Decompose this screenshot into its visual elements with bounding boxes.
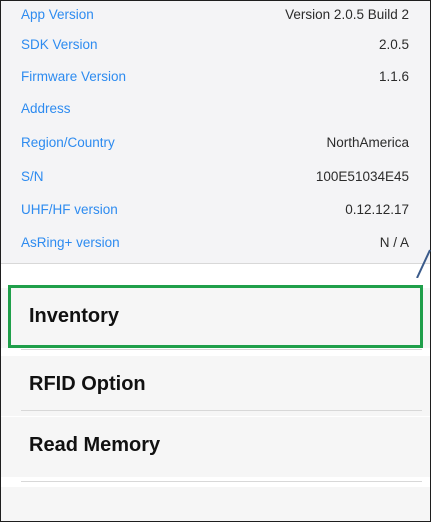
info-key: SDK Version: [21, 37, 98, 52]
info-row-app-version: App Version Version 2.0.5 Build 2: [1, 3, 430, 27]
info-value: 100E51034E45: [315, 169, 409, 184]
menu-divider: [21, 410, 422, 411]
info-key: UHF/HF version: [21, 202, 118, 217]
info-key: Address: [21, 101, 71, 116]
info-value: 2.0.5: [378, 37, 409, 52]
info-key: AsRing+ version: [21, 235, 120, 250]
info-row-uhf-hf-version: UHF/HF version 0.12.12.17: [1, 198, 430, 222]
info-key: App Version: [21, 7, 94, 22]
info-key: Region/Country: [21, 135, 115, 150]
menu-item-read-memory[interactable]: Read Memory: [1, 417, 430, 477]
info-key: S/N: [21, 169, 44, 184]
info-row-serial-number: S/N 100E51034E45: [1, 165, 430, 189]
menu-item-label: RFID Option: [29, 373, 146, 395]
info-value: N / A: [379, 235, 409, 250]
info-value: 0.12.12.17: [345, 202, 409, 217]
info-row-sdk-version: SDK Version 2.0.5: [1, 33, 430, 57]
info-value: 1.1.6: [378, 69, 409, 84]
menu-divider: [21, 481, 422, 482]
callout-pointer-icon: [416, 249, 431, 278]
info-row-address: Address: [1, 97, 430, 121]
menu-divider: [21, 349, 422, 350]
device-info-panel: App Version Version 2.0.5 Build 2 SDK Ve…: [1, 1, 430, 263]
info-row-asring-version: AsRing+ version N / A: [1, 231, 430, 255]
menu-item-label: Read Memory: [29, 434, 161, 456]
inventory-highlight-box: [8, 285, 423, 348]
info-row-region-country: Region/Country NorthAmerica: [1, 131, 430, 155]
menu-item-rfid-option[interactable]: RFID Option: [1, 356, 430, 416]
info-value: NorthAmerica: [326, 135, 409, 150]
section-divider: [1, 263, 430, 264]
info-value: Version 2.0.5 Build 2: [285, 7, 409, 22]
settings-screen: App Version Version 2.0.5 Build 2 SDK Ve…: [0, 0, 431, 522]
menu-item-next[interactable]: [1, 487, 430, 521]
info-row-firmware-version: Firmware Version 1.1.6: [1, 65, 430, 89]
info-key: Firmware Version: [21, 69, 127, 84]
